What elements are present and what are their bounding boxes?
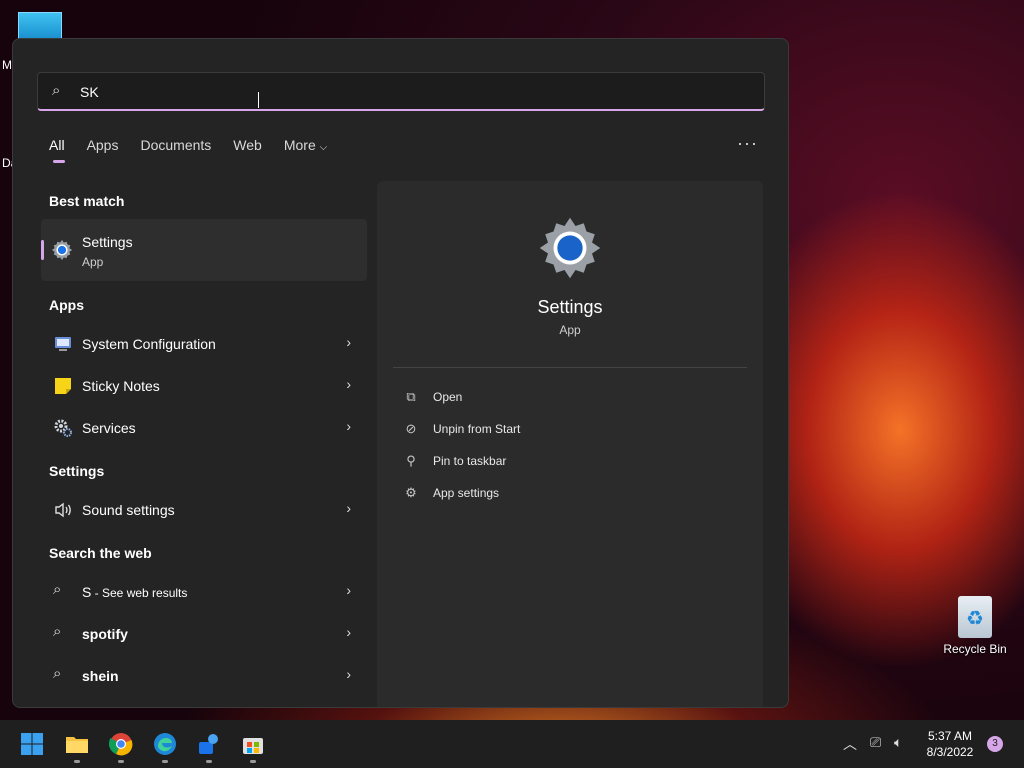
list-item-web-result[interactable]: ⌕ shein ›: [41, 655, 367, 697]
results-list: Best match Settings App Apps System Conf…: [41, 179, 367, 697]
chevron-right-icon[interactable]: ›: [346, 418, 351, 434]
unpin-icon: ⊘: [405, 421, 417, 436]
list-item-sound-settings[interactable]: Sound settings ›: [41, 489, 367, 531]
filter-tabs: All Apps Documents Web More ⌵: [49, 137, 349, 163]
desktop-partial-label: M: [2, 58, 12, 72]
sticky-notes-icon: [55, 378, 71, 394]
notification-badge[interactable]: 3: [987, 736, 1003, 752]
search-icon: ⌕: [53, 623, 62, 640]
recycle-bin[interactable]: Recycle Bin: [940, 596, 1010, 656]
search-panel: ⌕ All Apps Documents Web More ⌵ ··· Best…: [12, 38, 789, 708]
running-indicator: [162, 760, 168, 763]
section-search-web: Search the web: [49, 545, 152, 561]
section-settings: Settings: [49, 463, 105, 479]
taskbar: ︿ ⎚ 🔈︎ 5:37 AM 8/3/2022 3: [0, 720, 1024, 768]
volume-icon[interactable]: 🔈︎: [894, 734, 902, 751]
settings-gear-icon: [51, 239, 73, 261]
section-apps: Apps: [49, 297, 84, 313]
chevron-right-icon[interactable]: ›: [346, 334, 351, 350]
desktop-icon[interactable]: [18, 12, 62, 40]
action-pin-to-taskbar[interactable]: ⚲ Pin to taskbar: [403, 451, 506, 471]
file-explorer-icon[interactable]: [65, 732, 89, 756]
gear-icon: ⚙: [405, 485, 417, 500]
pin-icon: ⚲: [406, 453, 416, 468]
list-item-system-configuration[interactable]: System Configuration ›: [41, 323, 367, 365]
feedback-hub-icon[interactable]: [197, 732, 221, 756]
list-item-label: Sticky Notes: [82, 378, 160, 394]
action-open[interactable]: ⧉ Open: [403, 387, 462, 407]
recycle-bin-icon: [958, 596, 992, 638]
divider: [393, 367, 747, 368]
recycle-bin-label: Recycle Bin: [943, 642, 1007, 656]
search-input[interactable]: [78, 81, 742, 103]
best-match-item[interactable]: Settings App: [41, 219, 367, 281]
list-item-label: Services: [82, 420, 136, 436]
list-item-label: System Configuration: [82, 336, 216, 352]
action-label: Open: [433, 390, 463, 404]
action-label: App settings: [433, 486, 500, 500]
windows-start-icon[interactable]: [20, 732, 44, 756]
preview-subtitle: App: [559, 323, 581, 337]
web-result-label: S - See web results: [82, 584, 187, 600]
search-icon: ⌕: [52, 82, 61, 99]
web-query-suffix: - See web results: [91, 586, 188, 600]
running-indicator: [206, 760, 212, 763]
chevron-right-icon[interactable]: ›: [346, 582, 351, 598]
best-match-subtitle: App: [82, 255, 104, 269]
list-item-web-result[interactable]: ⌕ S - See web results ›: [41, 571, 367, 613]
action-unpin-from-start[interactable]: ⊘ Unpin from Start: [403, 419, 521, 439]
tab-web[interactable]: Web: [233, 137, 262, 153]
running-indicator: [118, 760, 124, 763]
web-result-label: shein: [82, 668, 119, 684]
clock-date: 8/3/2022: [926, 745, 974, 759]
list-item-services[interactable]: Services ›: [41, 407, 367, 449]
ellipsis-icon[interactable]: ···: [737, 133, 758, 154]
preview-title: Settings: [537, 297, 603, 317]
chevron-right-icon[interactable]: ›: [346, 666, 351, 682]
list-item-web-result[interactable]: ⌕ spotify ›: [41, 613, 367, 655]
search-icon: ⌕: [53, 581, 62, 598]
clock[interactable]: 5:37 AM 8/3/2022: [918, 728, 982, 760]
search-box[interactable]: ⌕: [37, 72, 765, 111]
action-label: Unpin from Start: [433, 422, 521, 436]
section-best-match: Best match: [49, 193, 125, 209]
running-indicator: [250, 760, 256, 763]
tab-documents[interactable]: Documents: [140, 137, 211, 153]
chevron-right-icon[interactable]: ›: [346, 376, 351, 392]
best-match-title: Settings: [82, 234, 133, 250]
open-external-icon: ⧉: [406, 389, 416, 404]
chevron-up-icon[interactable]: ︿: [843, 734, 857, 754]
settings-gear-icon: [539, 217, 601, 279]
chevron-down-icon: ⌵: [319, 142, 328, 153]
running-indicator: [74, 760, 80, 763]
edge-icon[interactable]: [153, 732, 177, 756]
clock-time: 5:37 AM: [927, 729, 973, 743]
system-configuration-icon: [55, 337, 71, 351]
services-icon: [54, 419, 72, 437]
search-icon: ⌕: [53, 665, 62, 682]
text-cursor: [258, 92, 259, 108]
microsoft-store-icon[interactable]: [241, 732, 265, 756]
tab-more-label: More: [283, 137, 316, 153]
list-item-sticky-notes[interactable]: Sticky Notes ›: [41, 365, 367, 407]
tab-apps[interactable]: Apps: [87, 137, 119, 153]
network-icon[interactable]: ⎚: [870, 734, 881, 751]
chrome-icon[interactable]: [108, 732, 133, 756]
speaker-icon: [55, 502, 71, 518]
tab-all[interactable]: All: [49, 137, 65, 163]
action-app-settings[interactable]: ⚙ App settings: [403, 483, 499, 503]
preview-pane: Settings App ⧉ Open ⊘ Unpin from Start ⚲…: [377, 181, 763, 707]
web-query-text: S: [82, 584, 92, 600]
chevron-right-icon[interactable]: ›: [346, 500, 351, 516]
list-item-label: Sound settings: [82, 502, 175, 518]
tab-more[interactable]: More ⌵: [284, 137, 327, 153]
web-result-label: spotify: [82, 626, 128, 642]
chevron-right-icon[interactable]: ›: [346, 624, 351, 640]
action-label: Pin to taskbar: [433, 454, 507, 468]
